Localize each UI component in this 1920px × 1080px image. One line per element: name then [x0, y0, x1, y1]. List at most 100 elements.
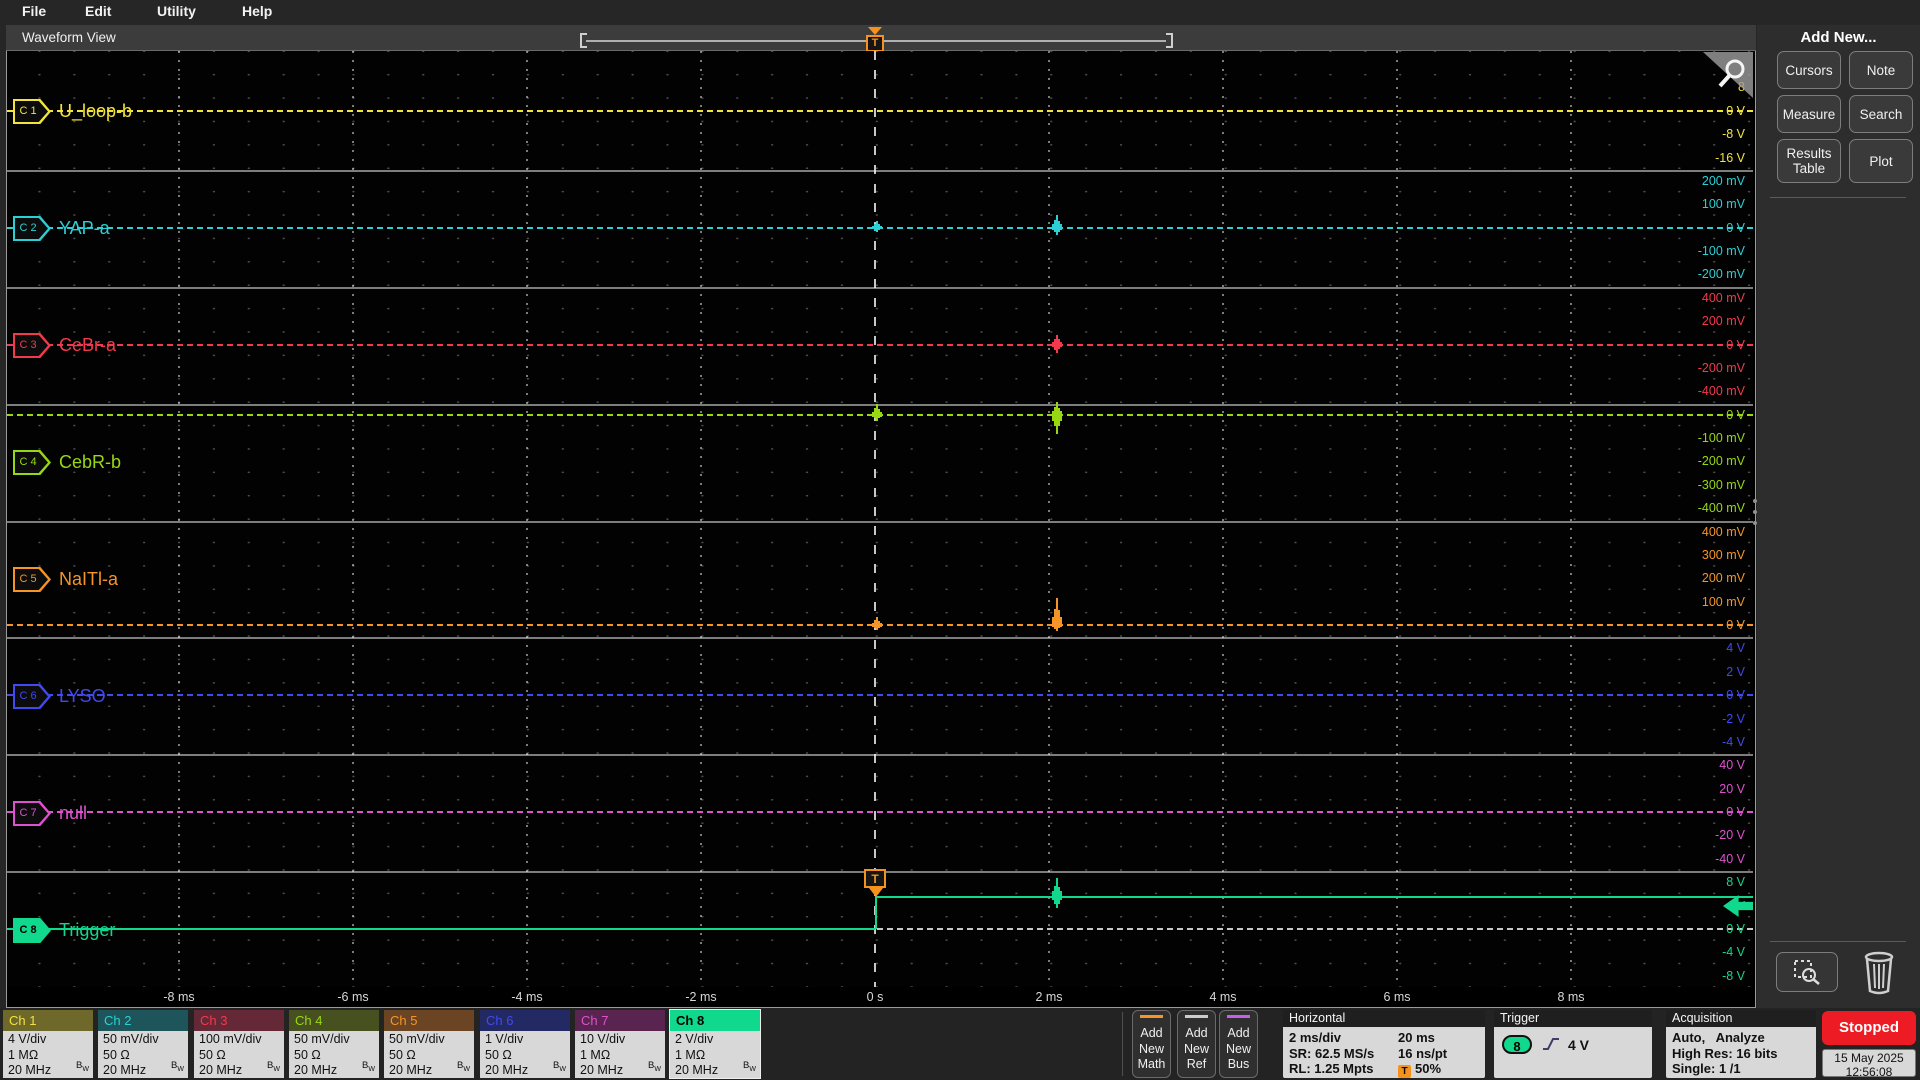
menu-utility[interactable]: Utility	[157, 3, 196, 19]
axis-label: -300 mV	[1697, 478, 1745, 492]
axis-label: -8 V	[1722, 969, 1745, 983]
menu-help[interactable]: Help	[242, 3, 272, 19]
channel-settings-title: Ch 5	[384, 1010, 474, 1031]
channel-settings-body: 4 V/div 1 MΩ 20 MHz BW	[3, 1031, 93, 1078]
add-measure-button[interactable]: Measure	[1777, 95, 1841, 133]
channel-badge[interactable]: C 3	[13, 333, 51, 358]
axis-label: 200 mV	[1701, 174, 1745, 188]
channel-settings-title: Ch 3	[194, 1010, 284, 1031]
add-plot-button[interactable]: Plot	[1849, 139, 1913, 183]
time-value: 12:56:08	[1845, 1065, 1893, 1079]
channel-scale-value: 50 mV/div	[294, 1032, 350, 1046]
acquisition-panel[interactable]: Acquisition Auto, Analyze High Res: 16 b…	[1666, 1010, 1816, 1078]
channel-settings-body: 50 mV/div 50 Ω 20 MHz BW	[289, 1031, 379, 1078]
channel-scale-value: 2 V/div	[675, 1032, 714, 1046]
channel-settings-badge[interactable]: Ch 2 50 mV/div 50 Ω 20 MHz BW	[98, 1010, 188, 1078]
add-new-title: Add New...	[1800, 29, 1877, 46]
signal-spike	[1060, 891, 1062, 900]
axis-label: 0 V	[1726, 618, 1745, 632]
add-results-table-button[interactable]: Results Table	[1777, 139, 1841, 183]
axis-label: 400 mV	[1701, 525, 1745, 539]
add-new-bus-button[interactable]: Add New Bus	[1219, 1010, 1258, 1078]
axis-label: 400 mV	[1701, 291, 1745, 305]
trigger-top-marker-icon[interactable]: T	[866, 35, 884, 52]
zoom-box-icon	[1794, 960, 1820, 985]
trigger-level-value: 4 V	[1568, 1037, 1590, 1053]
axis-label: -200 mV	[1697, 454, 1745, 468]
axis-label: 0 V	[1726, 338, 1745, 352]
delete-trash-icon[interactable]	[1860, 949, 1898, 1000]
channel-badge[interactable]: C 8	[13, 918, 51, 943]
channel-badge[interactable]: C 4	[13, 450, 51, 475]
axis-label: -100 mV	[1697, 431, 1745, 445]
channel-settings-body: 2 V/div 1 MΩ 20 MHz BW	[670, 1031, 760, 1078]
signal-spike	[880, 623, 882, 627]
signal-spike	[880, 412, 882, 417]
channel-settings-badge[interactable]: Ch 7 10 V/div 1 MΩ 20 MHz BW	[575, 1010, 665, 1078]
trigger-flag-icon: T	[1398, 1065, 1411, 1078]
channel-scale-value: 1 V/div	[485, 1032, 524, 1046]
channel-settings-badge[interactable]: Ch 14 V/div 1 MΩ 20 MHz BW	[3, 1010, 93, 1078]
add-search-button[interactable]: Search	[1849, 95, 1913, 133]
channel-name-label: Trigger	[59, 920, 116, 940]
waveform-plot[interactable]: 80 V-8 V-16 VC 1U_loop-b200 mV100 mV0 V-…	[7, 51, 1753, 988]
channel-badge[interactable]: C 7	[13, 801, 51, 826]
signal-spike	[1060, 617, 1062, 627]
channel-badge-label: C 1	[19, 105, 37, 117]
slice-divider	[7, 170, 1753, 172]
run-stop-status-button[interactable]: Stopped	[1822, 1011, 1916, 1045]
menu-edit[interactable]: Edit	[85, 3, 111, 19]
channel-settings-badge[interactable]: Ch 82 V/div 1 MΩ 20 MHz BW	[669, 1009, 761, 1079]
trace-high-segment	[875, 896, 1753, 898]
axis-label: 2 V	[1726, 665, 1745, 679]
axis-label: 0 V	[1726, 221, 1745, 235]
add-note-button[interactable]: Note	[1849, 51, 1913, 89]
channel-badge-label: C 6	[19, 690, 37, 702]
slice-divider	[7, 637, 1753, 639]
axis-label: 20 V	[1719, 782, 1745, 796]
time-axis-label: 2 ms	[1035, 990, 1063, 1004]
bandwidth-limit-icon: BW	[362, 1059, 375, 1073]
zoom-corner-icon[interactable]	[1703, 52, 1753, 103]
channel-badge[interactable]: C 6	[13, 684, 51, 709]
axis-label: 8 V	[1726, 875, 1745, 889]
channel-settings-body: 50 mV/div 50 Ω 20 MHz BW	[384, 1031, 474, 1078]
datetime-display: 15 May 2025 12:56:08	[1822, 1049, 1916, 1079]
channel-badge-label: C 5	[19, 573, 37, 585]
channel-badge[interactable]: C 2	[13, 216, 51, 241]
channel-name-label: YAP-a	[59, 218, 110, 238]
trigger-panel[interactable]: Trigger 8 4 V	[1494, 1010, 1652, 1078]
major-gridline	[526, 51, 528, 988]
add-new-math-button[interactable]: Add New Math	[1132, 1010, 1171, 1078]
add-cursors-button[interactable]: Cursors	[1777, 51, 1841, 89]
ref-accent	[1185, 1015, 1208, 1018]
trigger-point-marker-icon[interactable]: T	[864, 869, 886, 888]
settings-bar: Ch 14 V/div 1 MΩ 20 MHz BW Ch 2 50 mV/div 50 Ω…	[0, 1008, 1920, 1080]
time-axis-label: 0 s	[866, 990, 884, 1004]
channel-settings-badge[interactable]: Ch 61 V/div 50 Ω 20 MHz BW	[480, 1010, 570, 1078]
horizontal-panel[interactable]: Horizontal 2 ms/div 20 ms SR: 62.5 MS/s …	[1283, 1010, 1485, 1078]
channel-badge[interactable]: C 5	[13, 567, 51, 592]
channel-badge-label: C 3	[19, 339, 37, 351]
major-gridline	[1048, 51, 1050, 988]
channel-settings-body: 100 mV/div 50 Ω 20 MHz BW	[194, 1031, 284, 1078]
zoom-mode-button[interactable]	[1776, 952, 1838, 992]
add-new-ref-button[interactable]: Add New Ref	[1177, 1010, 1216, 1078]
channel-settings-badge[interactable]: Ch 4 50 mV/div 50 Ω 20 MHz BW	[289, 1010, 379, 1078]
axis-label: 40 V	[1719, 758, 1745, 772]
channel-settings-badge[interactable]: Ch 3 100 mV/div 50 Ω 20 MHz BW	[194, 1010, 284, 1078]
rising-edge-icon	[1543, 1038, 1559, 1050]
axis-label: 200 mV	[1701, 571, 1745, 585]
channel-settings-badge[interactable]: Ch 5 50 mV/div 50 Ω 20 MHz BW	[384, 1010, 474, 1078]
signal-spike	[1060, 411, 1062, 421]
time-axis-label: 8 ms	[1557, 990, 1585, 1004]
axis-label: 100 mV	[1701, 595, 1745, 609]
channel-badge-label: C 2	[19, 222, 37, 234]
overview-bar-right-bracket	[1166, 33, 1173, 48]
channel-settings-title: Ch 6	[480, 1010, 570, 1031]
slice-divider	[7, 754, 1753, 756]
channel-zero-line	[7, 811, 1753, 813]
slice-divider	[7, 287, 1753, 289]
channel-badge[interactable]: C 1	[13, 99, 51, 124]
menu-file[interactable]: File	[22, 3, 46, 19]
